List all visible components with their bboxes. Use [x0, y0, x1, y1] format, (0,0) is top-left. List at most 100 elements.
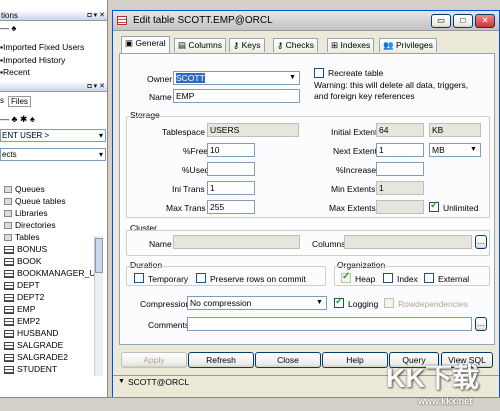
- tree-item[interactable]: Directories: [0, 220, 56, 230]
- pctused-label: %Used: [182, 165, 210, 175]
- comments-edit-button[interactable]: …: [475, 317, 487, 331]
- tab-keys[interactable]: ⚷ Keys: [229, 38, 265, 52]
- recreate-checkbox[interactable]: [314, 68, 324, 78]
- left-toolbar[interactable]: — ♣ ✱ ♠: [0, 114, 35, 125]
- tab-objects[interactable]: s: [0, 96, 4, 105]
- pctincrease-input[interactable]: [376, 162, 424, 176]
- initrans-label: Ini Trans: [172, 184, 205, 194]
- list-item[interactable]: ▪Imported Fixed Users: [0, 42, 84, 52]
- tab-indexes[interactable]: ⊞ Indexes: [327, 38, 375, 52]
- object-type-select[interactable]: ects ▾: [0, 148, 106, 161]
- table-item[interactable]: EMP2: [0, 316, 40, 326]
- users-icon: 👥: [383, 40, 394, 50]
- unlimited-checkbox[interactable]: [429, 200, 439, 212]
- owner-label: Owner: [147, 74, 173, 84]
- help-button[interactable]: Help: [322, 352, 388, 368]
- preserve-rows-label: Preserve rows on commit: [210, 274, 306, 284]
- table-item[interactable]: EMP: [0, 304, 35, 314]
- apply-button[interactable]: Apply: [121, 352, 187, 368]
- maxextents-field: [376, 200, 424, 214]
- logging-label: Logging: [348, 299, 379, 309]
- connection-status: SCOTT@ORCL: [128, 377, 190, 387]
- dialog-title: Edit table SCOTT.EMP@ORCL: [133, 15, 273, 26]
- table-item[interactable]: SALGRADE2: [0, 352, 68, 362]
- next-extent-input[interactable]: 1: [376, 143, 424, 157]
- table-item[interactable]: HUSBAND: [0, 328, 59, 338]
- rowdependencies-checkbox[interactable]: [384, 298, 394, 308]
- maximize-button[interactable]: □: [453, 14, 473, 28]
- close-dialog-button[interactable]: Close: [255, 352, 321, 368]
- cluster-name-field: [173, 235, 300, 249]
- maxtrans-input[interactable]: 255: [207, 200, 255, 214]
- warning-text: Warning: this will delete all data, trig…: [314, 80, 469, 101]
- chevron-down-icon: ▼: [467, 144, 480, 156]
- panel-header-2: ◘ ▾ ✕: [0, 81, 107, 92]
- watermark: KK下载 www.kkx.net: [382, 356, 500, 408]
- tab-general[interactable]: ▣ General: [121, 36, 170, 53]
- heap-checkbox[interactable]: [341, 271, 351, 283]
- list-item[interactable]: ▪Imported History: [0, 55, 65, 65]
- close-icon[interactable]: ◘ ▾ ✕: [88, 81, 106, 92]
- pctfree-input[interactable]: 10: [207, 143, 255, 157]
- initial-extent-label: Initial Extent: [331, 127, 378, 137]
- title-bar: Edit table SCOTT.EMP@ORCL ▭ □ ✕: [113, 11, 499, 31]
- pctused-input[interactable]: [207, 162, 255, 176]
- table-item[interactable]: SALGRADE: [0, 340, 63, 350]
- pin-icon[interactable]: ◘ ▾ ✕: [88, 10, 106, 21]
- cluster-columns-button[interactable]: …: [475, 235, 487, 249]
- external-checkbox[interactable]: [424, 273, 434, 283]
- pctincrease-label: %Increase: [336, 165, 377, 175]
- tab-checks[interactable]: ⚷ Checks: [273, 38, 318, 52]
- status-arrow-icon: ▼: [118, 378, 125, 385]
- next-extent-unit-select[interactable]: MB ▼: [429, 143, 481, 157]
- tablespace-label: Tablespace: [162, 127, 206, 137]
- cluster-columns-label: Columns: [312, 239, 346, 249]
- watermark-logo: KK下载: [386, 363, 479, 393]
- compression-select[interactable]: No compression ▼: [187, 296, 327, 310]
- refresh-button[interactable]: Refresh: [188, 352, 254, 368]
- watermark-url: www.kkx.net: [418, 396, 473, 406]
- list-item[interactable]: ▪Recent: [0, 67, 30, 77]
- cluster-name-label: Name: [149, 239, 172, 249]
- comments-input[interactable]: [187, 317, 472, 331]
- tablespace-field: USERS: [207, 123, 299, 137]
- toolbar-icons[interactable]: — ♠: [0, 23, 16, 33]
- index-icon: ⊞: [331, 40, 339, 50]
- general-icon: ▣: [125, 38, 134, 48]
- table-item[interactable]: STUDENT: [0, 364, 57, 374]
- current-user-select[interactable]: ENT USER > ▾: [0, 129, 106, 142]
- logging-checkbox[interactable]: [334, 296, 344, 308]
- pctfree-label: %Free: [183, 146, 209, 156]
- tree-item[interactable]: Queue tables: [0, 196, 66, 206]
- tab-files[interactable]: Files: [8, 96, 31, 107]
- tree-item[interactable]: Libraries: [0, 208, 48, 218]
- tree-scrollbar[interactable]: [94, 236, 103, 376]
- key-icon: ⚷: [233, 40, 240, 50]
- tree-item[interactable]: Queues: [0, 184, 45, 194]
- index-checkbox[interactable]: [383, 273, 393, 283]
- table-item[interactable]: BOOK: [0, 256, 42, 266]
- table-item[interactable]: BONUS: [0, 244, 47, 254]
- initial-extent-field: 64: [376, 123, 424, 137]
- tree-view[interactable]: Queues Queue tables Libraries Directorie…: [0, 180, 107, 380]
- recreate-label: Recreate table: [328, 68, 384, 78]
- tree-item[interactable]: Tables: [0, 232, 40, 242]
- tab-columns[interactable]: ▤ Columns: [174, 38, 226, 52]
- temporary-label: Temporary: [148, 274, 189, 284]
- table-item[interactable]: DEPT: [0, 280, 40, 290]
- chevron-down-icon: ▼: [313, 297, 326, 309]
- preserve-rows-checkbox[interactable]: [196, 273, 206, 283]
- temporary-checkbox[interactable]: [134, 273, 144, 283]
- table-item[interactable]: BOOKMANAGER_U: [0, 268, 95, 278]
- table-name-input[interactable]: EMP: [173, 89, 300, 103]
- table-item[interactable]: DEPT2: [0, 292, 44, 302]
- minimize-button[interactable]: ▭: [431, 14, 451, 28]
- left-panel: tions ◘ ▾ ✕ — ♠ ▪Imported Fixed Users ▪I…: [0, 0, 108, 411]
- comments-label: Comments: [148, 320, 190, 330]
- close-button[interactable]: ✕: [475, 14, 495, 28]
- unlimited-label: Unlimited: [443, 203, 479, 213]
- initial-extent-unit: KB: [429, 123, 481, 137]
- initrans-input[interactable]: 1: [207, 181, 255, 195]
- owner-select[interactable]: SCOTT ▼: [173, 71, 300, 85]
- tab-privileges[interactable]: 👥 Privileges: [379, 38, 437, 52]
